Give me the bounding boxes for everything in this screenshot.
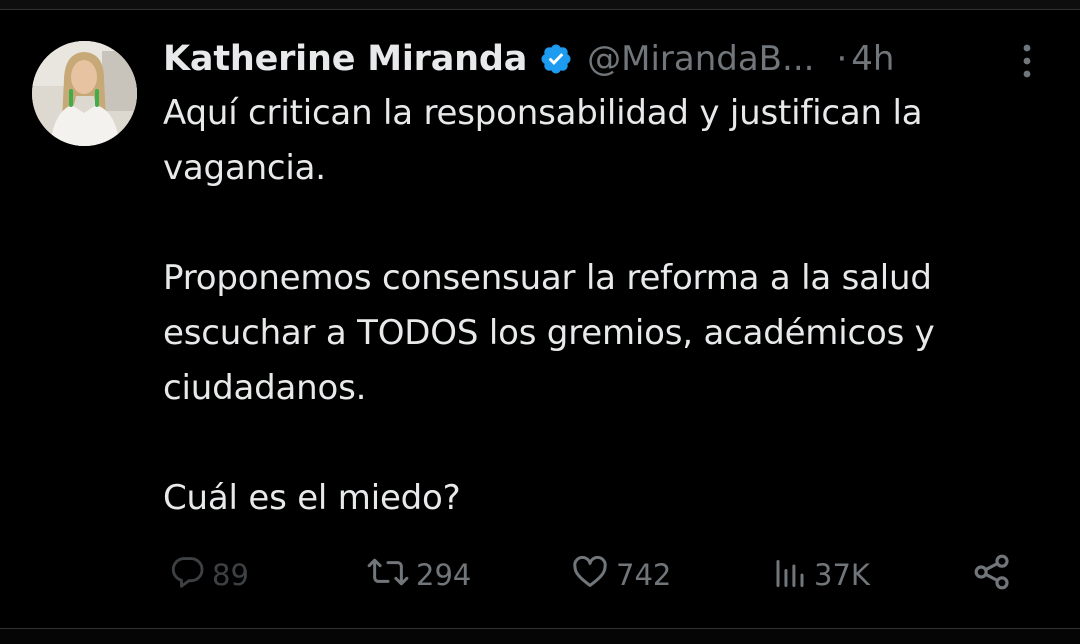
avatar[interactable] <box>32 41 137 146</box>
separator-dot: · <box>836 39 848 79</box>
tweet-text: Aquí critican la responsabilidad y justi… <box>163 86 1063 526</box>
tweet-paragraph: Cuál es el miedo? <box>163 478 461 518</box>
share-button[interactable] <box>972 550 1012 600</box>
bottom-divider <box>0 628 1080 644</box>
retweet-count: 294 <box>416 558 472 592</box>
tweet[interactable]: Katherine Miranda @MirandaB... · 4h Aquí… <box>0 10 1080 628</box>
like-count: 742 <box>616 558 672 592</box>
views-button[interactable]: 37K <box>772 550 870 600</box>
tweet-paragraph: Proponemos consensuar la reforma a la sa… <box>163 258 935 408</box>
share-icon <box>972 552 1012 599</box>
more-vertical-icon[interactable] <box>1012 40 1042 82</box>
tweet-timestamp[interactable]: 4h <box>851 39 894 79</box>
reply-count: 89 <box>212 558 249 592</box>
like-button[interactable]: 742 <box>570 550 671 600</box>
reply-icon <box>168 553 206 598</box>
retweet-button[interactable]: 294 <box>366 550 471 600</box>
author-name[interactable]: Katherine Miranda <box>163 39 527 79</box>
author-handle[interactable]: @MirandaB... <box>587 39 814 79</box>
reply-button[interactable]: 89 <box>168 550 249 600</box>
verified-badge-icon <box>539 42 573 76</box>
tweet-header: Katherine Miranda @MirandaB... · 4h <box>163 34 1063 84</box>
views-bar-chart-icon <box>772 553 808 598</box>
views-count: 37K <box>814 558 870 592</box>
retweet-icon <box>366 553 410 598</box>
heart-icon <box>570 553 610 598</box>
tweet-paragraph: Aquí critican la responsabilidad y justi… <box>163 93 923 188</box>
top-divider <box>0 0 1080 10</box>
action-bar: 89 294 742 37K <box>0 550 1080 600</box>
